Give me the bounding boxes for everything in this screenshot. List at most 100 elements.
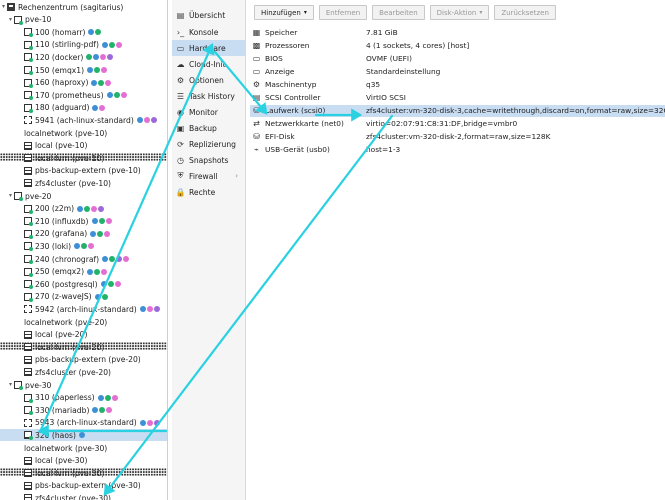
disk-action-button[interactable]: Disk-Aktion ▾ [429,5,490,20]
tag-dot [114,281,121,288]
tree-node-pve-30[interactable]: ▾ pve-30 [0,379,167,391]
tree-item[interactable]: 200 (z2m) [0,203,167,215]
tree-item[interactable]: 250 (emqx2) [0,266,167,278]
expand-toggle-icon[interactable]: ▾ [0,1,7,13]
hardware-row[interactable]: ⇄ Netzwerkkarte (net0) virtio=02:07:91:C8:… [250,118,665,130]
tree-item[interactable]: 120 (docker) [0,51,167,63]
hardware-row[interactable]: ▦ Speicher 7.81 GiB [250,26,665,38]
tag-dot [99,104,106,111]
tree-node-pve-10[interactable]: ▾ pve-10 [0,14,167,26]
tree-item[interactable]: 150 (emqx1) [0,64,167,76]
ct-icon [24,406,33,416]
menu-item-optionen[interactable]: ⚙ Optionen [172,72,246,88]
tag-dot [108,41,115,48]
tree-item[interactable]: zfs4cluster (pve-20) [0,366,167,378]
tree-item[interactable]: 330 (mariadb) [0,404,167,416]
tree-item[interactable]: pbs-backup-extern (pve-20) [0,354,167,366]
stor-icon [24,166,32,175]
menu-item-firewall[interactable]: ⛨ Firewall › [172,168,246,184]
tree-item[interactable]: 260 (postgresql) [0,278,167,290]
tree-item[interactable]: local-lvm (pve-20) [0,341,167,353]
tag-dot [106,407,113,414]
menu-item-snapshots[interactable]: ◷ Snapshots [172,152,246,168]
revert-button[interactable]: Zurücksetzen [494,5,556,20]
tree-item[interactable]: local (pve-30) [0,455,167,467]
edit-button[interactable]: Bearbeiten [372,5,425,20]
tree-item[interactable]: local-lvm (pve-10) [0,152,167,164]
resource-tree[interactable]: ▾ Rechenzentrum (sagitarius) ▾ pve-10 100 (h… [0,0,168,500]
tree-item[interactable]: 220 (grafana) [0,228,167,240]
tree-item[interactable]: 160 (haproxy) [0,77,167,89]
tree-item-label: 5943 (arch-linux-standard) [35,418,137,428]
expand-toggle-icon[interactable]: ▾ [7,190,14,202]
expand-toggle-icon[interactable]: ▾ [7,14,14,26]
tree-item-label: 150 (emqx1) [35,65,85,75]
stor-icon [24,179,32,188]
tree-item[interactable]: 270 (z-waveJS) [0,291,167,303]
menu-item-rechte[interactable]: 🔒 Rechte [172,184,246,200]
tree-item[interactable]: 5943 (arch-linux-standard) [0,417,167,429]
tree-item[interactable]: pbs-backup-extern (pve-10) [0,165,167,177]
tree-item-label: local-lvm (pve-20) [35,342,105,352]
menu-item-cloud-init[interactable]: ☁ Cloud-Init [172,56,246,72]
remove-button-label: Entfernen [325,8,361,17]
tag-dot [139,306,146,313]
hardware-key: Speicher [265,27,298,37]
stor-icon [24,456,32,465]
tree-item[interactable]: local (pve-10) [0,140,167,152]
menu-item-label: Übersicht [189,10,226,20]
menu-icon: ›_ [176,27,185,37]
menu-item-backup[interactable]: ▣ Backup [172,120,246,136]
tree-item[interactable]: local-lvm (pve-30) [0,467,167,479]
tree-item[interactable]: zfs4cluster (pve-30) [0,492,167,500]
menu-icon: 🔒 [175,187,186,197]
menu-item-label: Konsole [189,27,219,37]
stor-icon [24,154,32,163]
tree-item[interactable]: localnetwork (pve-20) [0,316,167,350]
hardware-row[interactable]: ⛁ EFI-Disk zfs4cluster:vm-320-disk-2,forma… [250,131,665,143]
menu-item-konsole[interactable]: ›_ Konsole [172,24,246,40]
hardware-row[interactable]: ⌁ USB-Gerät (usb0) host=1-3 [250,144,665,156]
hardware-row[interactable]: ⚙ Maschinentyp q35 [250,78,665,90]
tree-item[interactable]: localnetwork (pve-30) [0,442,167,476]
tree-item[interactable]: 230 (loki) [0,240,167,252]
tree-item[interactable]: local (pve-20) [0,329,167,341]
menu-item-hardware[interactable]: ▭ Hardware [172,40,246,56]
tree-item[interactable]: pbs-backup-extern (pve-30) [0,480,167,492]
add-button[interactable]: Hinzufügen ▾ [254,5,314,20]
menu-item-replizierung[interactable]: ⟳ Replizierung [172,136,246,152]
hardware-row[interactable]: ▤ SCSI Controller VirtIO SCSI [250,92,665,104]
tree-node-pve-20[interactable]: ▾ pve-20 [0,190,167,202]
hardware-row[interactable]: ▭ BIOS OVMF (UEFI) [250,52,665,64]
menu-item--bersicht[interactable]: ▤ Übersicht [172,7,246,23]
remove-button[interactable]: Entfernen [318,5,368,20]
tree-item[interactable]: 240 (chronograf) [0,253,167,265]
tree-item[interactable]: 180 (adguard) [0,102,167,114]
hardware-row[interactable]: ⛁ Laufwerk (scsi0) zfs4cluster:vm-320-disk… [250,104,665,117]
tree-item[interactable]: 5941 (ach-linux-standard) [0,114,167,126]
tag-dot [146,306,153,313]
menu-item-monitor[interactable]: ◉ Monitor [172,104,246,120]
tree-item[interactable]: zfs4cluster (pve-10) [0,177,167,189]
tree-item[interactable]: 110 (stirling-pdf) [0,39,167,51]
hardware-value: virtio=02:07:91:C8:31:DF,bridge=vmbr0 [366,119,518,129]
tree-datacenter[interactable]: ▾ Rechenzentrum (sagitarius) [0,1,167,13]
tag-dot [101,41,108,48]
tree-item[interactable]: 320 (haos) [0,429,167,442]
tree-item[interactable]: 310 (paperless) [0,392,167,404]
expand-toggle-icon[interactable]: ▾ [7,379,14,391]
tree-item[interactable]: 170 (prometheus) [0,89,167,101]
hardware-panel: Hinzufügen ▾ Entfernen Bearbeiten Disk-Ak… [250,0,665,500]
tree-item[interactable]: localnetwork (pve-10) [0,127,167,161]
menu-item-task-history[interactable]: ☰ Task History [172,88,246,104]
hardware-row[interactable]: ▩ Prozessoren 4 (1 sockets, 4 cores) [host… [250,39,665,51]
tree-item[interactable]: 210 (influxdb) [0,215,167,227]
tree-item-label: zfs4cluster (pve-30) [35,493,112,500]
tree-item[interactable]: 5942 (arch-linux-standard) [0,303,167,315]
tree-item[interactable]: 100 (homarr) [0,26,167,38]
hardware-row[interactable]: ▭ Anzeige Standardeinstellung [250,65,665,77]
